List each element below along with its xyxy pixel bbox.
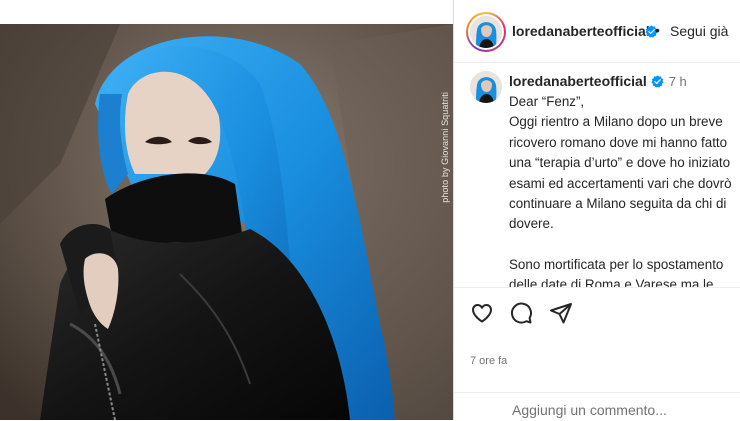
avatar-story-ring[interactable] — [466, 12, 506, 52]
caption-time[interactable]: 7 h — [669, 74, 687, 89]
username[interactable]: loredanaberteofficial — [512, 23, 650, 39]
post-photo — [0, 24, 453, 420]
post-image[interactable]: photo by Giovanni Squatriti — [0, 24, 453, 420]
photo-credit: photo by Giovanni Squatriti — [440, 92, 450, 203]
post-timestamp[interactable]: 7 ore fa — [470, 355, 507, 367]
comment-icon[interactable] — [509, 301, 533, 325]
comment-input[interactable] — [512, 402, 712, 418]
caption-username[interactable]: loredanaberteofficial — [509, 73, 647, 89]
caption-paragraph: Sono mortificata per lo spostamento dell… — [509, 256, 724, 287]
action-bar — [454, 287, 740, 338]
caption-area: loredanaberteofficial 7 h Dear “Fenz”, O… — [454, 63, 740, 287]
heart-icon[interactable] — [470, 301, 494, 325]
share-icon[interactable] — [549, 301, 573, 325]
caption-paragraph: Oggi rientro a Milano dopo un breve rico… — [509, 114, 732, 232]
caption-greeting: Dear “Fenz”, — [509, 94, 585, 109]
caption-text: Dear “Fenz”, Oggi rientro a Milano dopo … — [509, 92, 737, 287]
following-button[interactable]: Segui già — [670, 23, 728, 39]
avatar — [470, 16, 502, 48]
caption-avatar[interactable] — [470, 71, 502, 103]
comment-box — [454, 392, 740, 421]
caption-header: loredanaberteofficial 7 h — [509, 73, 687, 91]
post-header: loredanaberteofficial • Segui già — [454, 0, 740, 63]
verified-badge-icon — [651, 75, 664, 88]
separator-dot: • — [655, 22, 660, 38]
